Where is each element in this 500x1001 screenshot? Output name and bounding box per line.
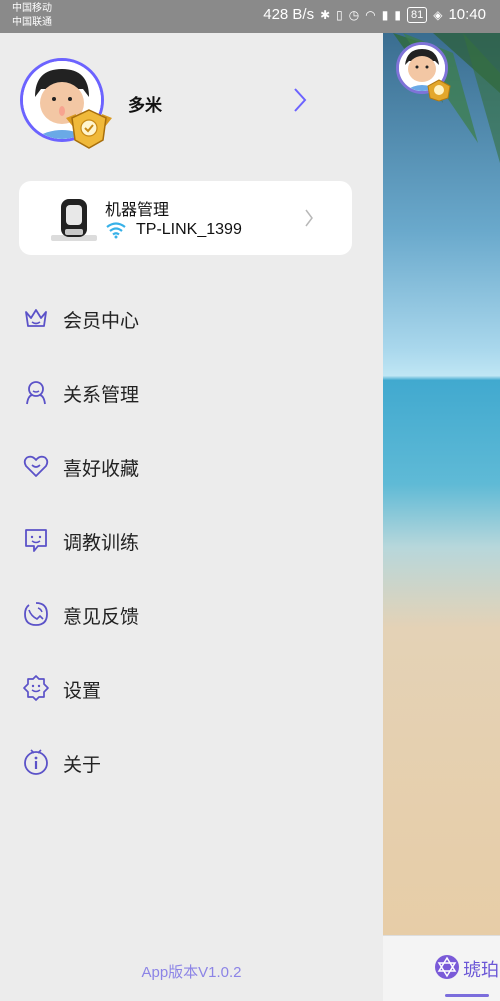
- menu-label: 喜好收藏: [63, 459, 140, 480]
- wifi-name: TP-LINK_1399: [136, 221, 242, 238]
- wifi-icon: [106, 222, 126, 239]
- crown-icon: [25, 309, 47, 327]
- status-indicators: 428 B/s ✱ ▯ ◷ ◠ ▮ ▮ 81 ◈ 10:40: [263, 6, 486, 23]
- signal-2g-icon: ▮: [381, 7, 389, 22]
- menu-label: 关系管理: [63, 385, 140, 406]
- menu-item-training[interactable]: 调教训练: [0, 503, 383, 577]
- tab-indicator: [445, 994, 489, 997]
- menu-label: 会员中心: [63, 311, 140, 332]
- username: 多米: [128, 96, 162, 115]
- network-speed: 428 B/s: [263, 6, 315, 23]
- tab-label[interactable]: 琥珀: [463, 956, 499, 982]
- menu-item-favorites[interactable]: 喜好收藏: [0, 429, 383, 503]
- vibrate-icon: ▯: [336, 7, 343, 22]
- device-title: 机器管理: [105, 202, 170, 219]
- menu-label: 设置: [63, 681, 102, 702]
- settings-icon: [23, 675, 49, 701]
- star-of-david-icon[interactable]: [433, 953, 461, 981]
- heart-face-icon: [23, 455, 49, 477]
- navigation-drawer: 多米 机器管理 TP-LINK_1399 会员中心 关系管理 喜好收藏 调教训练…: [0, 33, 383, 1000]
- menu-item-feedback[interactable]: 意见反馈: [0, 577, 383, 651]
- menu-item-about[interactable]: 关于: [0, 725, 383, 799]
- feedback-icon: [24, 602, 48, 626]
- menu-item-relationship[interactable]: 关系管理: [0, 355, 383, 429]
- menu-item-membership[interactable]: 会员中心: [0, 281, 383, 355]
- menu-label: 关于: [63, 755, 102, 776]
- carrier-2: 中国联通: [12, 17, 52, 28]
- bottom-tab-bar: 琥珀: [383, 935, 500, 1001]
- status-bar: 中国移动 中国联通 428 B/s ✱ ▯ ◷ ◠ ▮ ▮ 81 ◈ 10:40: [0, 0, 500, 33]
- chevron-right-icon[interactable]: [304, 208, 314, 228]
- menu-label: 意见反馈: [63, 607, 140, 628]
- battery-icon: 81: [406, 6, 428, 23]
- chevron-right-icon[interactable]: [292, 86, 308, 114]
- leaf-icon: ◈: [433, 7, 443, 22]
- bluetooth-icon: ✱: [320, 7, 331, 22]
- carrier-1: 中国移动: [12, 3, 52, 14]
- wifi-icon: ◠: [365, 7, 376, 22]
- profile-header[interactable]: 多米: [20, 58, 350, 149]
- person-icon: [26, 381, 46, 405]
- carrier-info: 中国移动 中国联通: [12, 2, 52, 30]
- menu-item-settings[interactable]: 设置: [0, 651, 383, 725]
- info-icon: [24, 749, 48, 775]
- menu-label: 调教训练: [63, 533, 140, 554]
- chat-face-icon: [25, 529, 47, 552]
- device-card[interactable]: 机器管理 TP-LINK_1399: [19, 181, 352, 255]
- signal-h-icon: ▮: [394, 7, 401, 22]
- app-version: App版本V1.0.2: [141, 964, 242, 981]
- robot-device-icon: [51, 199, 97, 241]
- menu-list: 会员中心 关系管理 喜好收藏 调教训练 意见反馈 设置 关于: [0, 281, 383, 799]
- home-background: [383, 33, 500, 935]
- clock: 10:40: [448, 6, 486, 23]
- vip-badge-icon: [66, 109, 112, 149]
- mini-badge-icon: [427, 79, 451, 102]
- alarm-icon: ◷: [348, 7, 360, 22]
